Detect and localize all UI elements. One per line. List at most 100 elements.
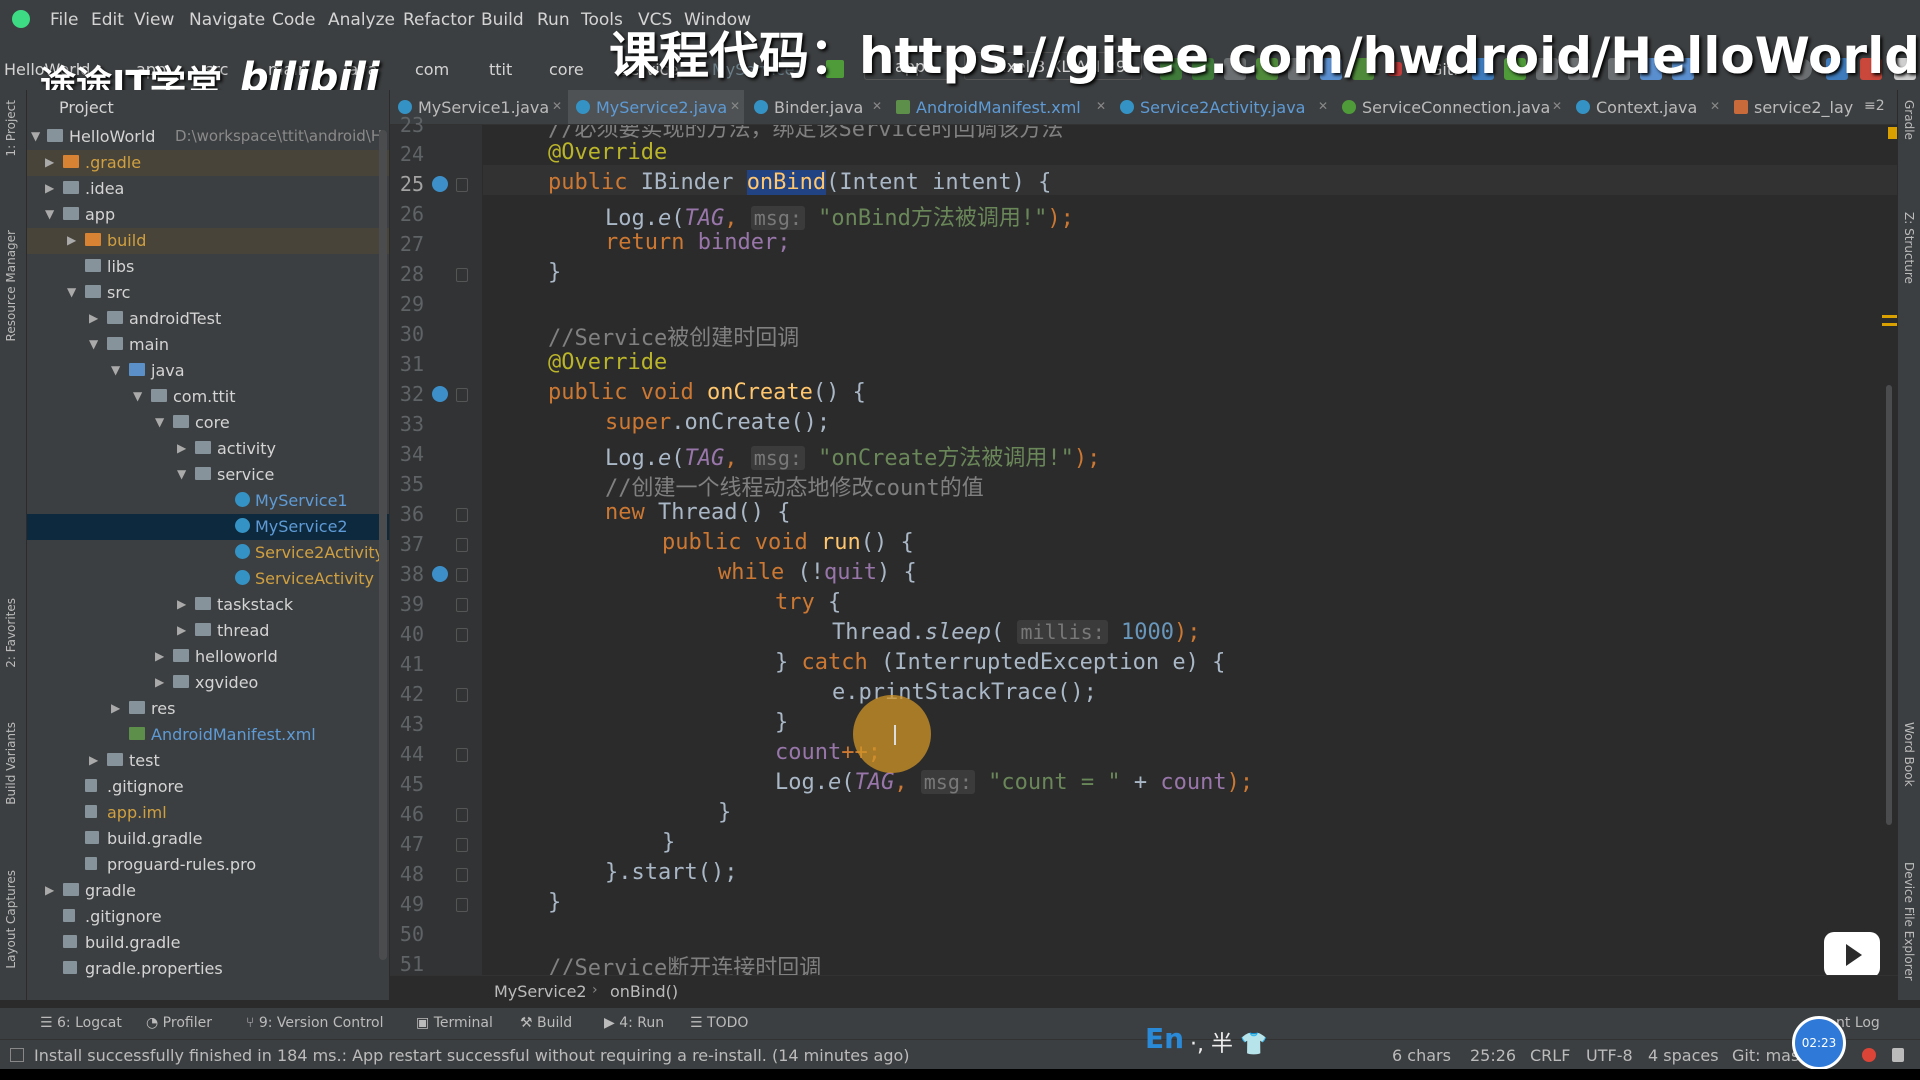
tab-binder[interactable]: Binder.java ✕ — [746, 90, 886, 124]
breadcrumb-class[interactable]: MyService2 — [494, 982, 587, 1001]
tree-item-java[interactable]: ▼ java — [27, 358, 389, 384]
git-branch[interactable]: Git: mas — [1732, 1046, 1799, 1065]
collapse-arrow-icon[interactable]: ▼ — [89, 337, 98, 351]
status-toggle-icon[interactable] — [10, 1048, 24, 1062]
tool-window-project[interactable]: 1: Project — [4, 100, 18, 157]
fold-icon[interactable] — [456, 268, 468, 282]
build-button[interactable]: ⚒ Build — [520, 1015, 572, 1031]
collapse-arrow-icon[interactable]: ▼ — [133, 389, 142, 403]
tab-context[interactable]: Context.java ✕ — [1568, 90, 1724, 124]
tree-item-serviceactivity[interactable]: ServiceActivity — [27, 566, 389, 592]
line-separator[interactable]: CRLF — [1530, 1046, 1570, 1065]
profiler-button[interactable]: ◔ Profiler — [146, 1015, 212, 1031]
tree-item-myservice1[interactable]: MyService1 — [27, 488, 389, 514]
tree-item-libs[interactable]: libs — [27, 254, 389, 280]
fold-icon[interactable] — [456, 598, 468, 612]
tab-androidmanifest[interactable]: AndroidManifest.xml ✕ — [888, 90, 1110, 124]
tab-service2activity[interactable]: Service2Activity.java ✕ — [1112, 90, 1332, 124]
fold-icon[interactable] — [456, 388, 468, 402]
caret-position[interactable]: 25:26 — [1470, 1046, 1516, 1065]
collapse-arrow-icon[interactable]: ▼ — [67, 285, 76, 299]
tree-item-app-gitignore[interactable]: .gitignore — [27, 774, 389, 800]
fold-icon[interactable] — [456, 628, 468, 642]
menu-view[interactable]: View — [134, 10, 174, 30]
collapse-arrow-icon[interactable]: ▼ — [111, 363, 120, 377]
override-marker-icon[interactable] — [432, 566, 448, 582]
tool-window-structure[interactable]: Z: Structure — [1902, 212, 1916, 284]
expand-arrow-icon[interactable]: ▶ — [177, 441, 186, 455]
error-stripe-marker[interactable] — [1882, 315, 1898, 318]
expand-arrow-icon[interactable]: ▶ — [45, 883, 54, 897]
close-icon[interactable]: ✕ — [1552, 99, 1562, 113]
menu-build[interactable]: Build — [481, 10, 524, 30]
run-button[interactable]: ▶ 4: Run — [604, 1015, 664, 1031]
tab-overflow-button[interactable]: ≡2 — [1864, 98, 1885, 114]
tool-window-layout-captures[interactable]: Layout Captures — [4, 870, 18, 969]
tab-myservice2[interactable]: MyService2.java ✕ — [568, 90, 744, 124]
collapse-arrow-icon[interactable]: ▼ — [155, 415, 164, 429]
tree-item-com-ttit[interactable]: ▼ com.ttit — [27, 384, 389, 410]
tree-item-service[interactable]: ▼ service — [27, 462, 389, 488]
error-stripe-marker[interactable] — [1882, 323, 1898, 326]
fold-icon[interactable] — [456, 688, 468, 702]
menu-navigate[interactable]: Navigate — [189, 10, 265, 30]
indent-setting[interactable]: 4 spaces — [1648, 1046, 1719, 1065]
fold-icon[interactable] — [456, 808, 468, 822]
tool-window-gradle[interactable]: Gradle — [1902, 100, 1916, 140]
tree-item-activity[interactable]: ▶ activity — [27, 436, 389, 462]
expand-arrow-icon[interactable]: ▶ — [67, 233, 76, 247]
tree-item-idea[interactable]: ▶ .idea — [27, 176, 389, 202]
tree-item-app-iml[interactable]: app.iml — [27, 800, 389, 826]
video-play-icon[interactable] — [1824, 932, 1880, 978]
tree-item-thread[interactable]: ▶ thread — [27, 618, 389, 644]
menu-file[interactable]: File — [50, 10, 78, 30]
menu-refactor[interactable]: Refactor — [403, 10, 474, 30]
tree-item-app[interactable]: ▼ app — [27, 202, 389, 228]
event-log-button[interactable]: nt Log — [1836, 1015, 1880, 1031]
tool-window-resource-manager[interactable]: Resource Manager — [4, 230, 18, 341]
tree-item-gradle[interactable]: ▶ gradle — [27, 878, 389, 904]
ime-mode-indicator[interactable]: ·, 半 👕 — [1190, 1026, 1267, 1058]
expand-arrow-icon[interactable]: ▶ — [89, 753, 98, 767]
tree-item-proguard[interactable]: proguard-rules.pro — [27, 852, 389, 878]
tree-item-service2activity[interactable]: Service2Activity — [27, 540, 389, 566]
version-control-button[interactable]: ⑂ 9: Version Control — [246, 1015, 383, 1031]
tree-item-test[interactable]: ▶ test — [27, 748, 389, 774]
tree-item-helloworld-pkg[interactable]: ▶ helloworld — [27, 644, 389, 670]
menu-run[interactable]: Run — [537, 10, 570, 30]
collapse-arrow-icon[interactable]: ▼ — [177, 467, 186, 481]
collapse-arrow-icon[interactable]: ▼ — [45, 207, 54, 221]
fold-icon[interactable] — [456, 178, 468, 192]
tool-window-device-file-explorer[interactable]: Device File Explorer — [1902, 862, 1916, 981]
override-marker-icon[interactable] — [432, 386, 448, 402]
tree-item-androidmanifest[interactable]: AndroidManifest.xml — [27, 722, 389, 748]
tree-item-build[interactable]: ▶ build — [27, 228, 389, 254]
expand-arrow-icon[interactable]: ▶ — [155, 649, 164, 663]
expand-arrow-icon[interactable]: ▶ — [45, 181, 54, 195]
expand-arrow-icon[interactable]: ▶ — [177, 597, 186, 611]
tool-window-build-variants[interactable]: Build Variants — [4, 722, 18, 805]
tree-item-root-gitignore[interactable]: .gitignore — [27, 904, 389, 930]
tree-item-core[interactable]: ▼ core — [27, 410, 389, 436]
notification-icon[interactable] — [1892, 1048, 1904, 1062]
tab-service2-layout[interactable]: service2_lay — [1726, 90, 1856, 124]
close-icon[interactable]: ✕ — [730, 99, 740, 113]
breadcrumb-core[interactable]: core — [549, 60, 584, 79]
logcat-button[interactable]: ☰ 6: Logcat — [40, 1015, 122, 1031]
editor-scrollbar[interactable] — [1886, 385, 1892, 825]
menu-edit[interactable]: Edit — [91, 10, 124, 30]
expand-arrow-icon[interactable]: ▶ — [177, 623, 186, 637]
tree-item-myservice2[interactable]: MyService2 — [27, 514, 389, 540]
fold-icon[interactable] — [456, 568, 468, 582]
tree-item-helloworld[interactable]: ▼ HelloWorld D:\workspace\ttit\android\H — [27, 124, 389, 150]
breadcrumb-ttit[interactable]: ttit — [489, 60, 512, 79]
fold-icon[interactable] — [456, 868, 468, 882]
tool-window-word-book[interactable]: Word Book — [1902, 722, 1916, 787]
tool-window-favorites[interactable]: 2: Favorites — [4, 598, 18, 668]
tree-item-gradle-dir[interactable]: ▶ .gradle — [27, 150, 389, 176]
tab-serviceconnection[interactable]: ServiceConnection.java ✕ — [1334, 90, 1566, 124]
menu-code[interactable]: Code — [272, 10, 316, 30]
tree-item-taskstack[interactable]: ▶ taskstack — [27, 592, 389, 618]
project-scrollbar[interactable] — [379, 130, 387, 960]
code-editor[interactable]: //必须要实现的方法，绑定该Service时回调该方法 @Override pu… — [483, 125, 1898, 975]
